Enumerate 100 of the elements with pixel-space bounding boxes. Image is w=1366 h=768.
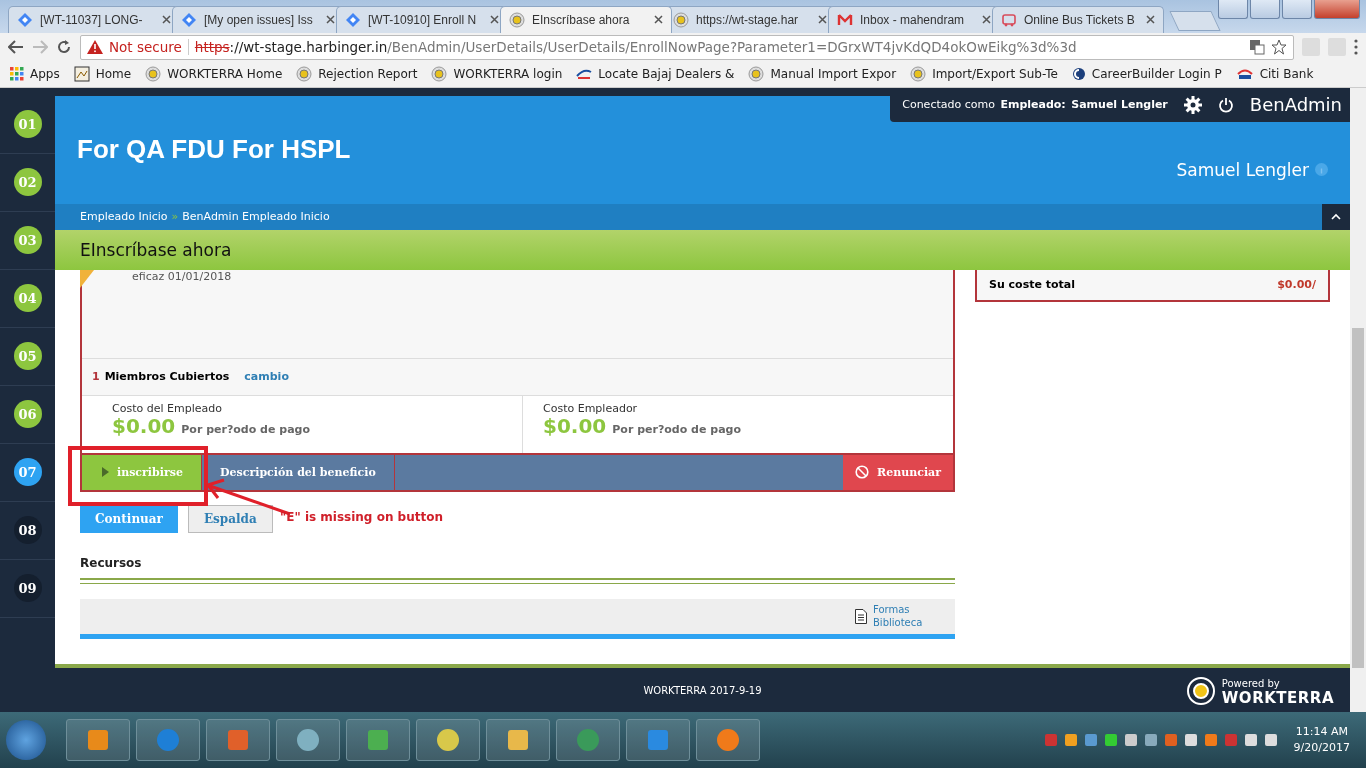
bookmark-link[interactable]: Home (95, 67, 132, 82)
close-icon[interactable] (162, 15, 171, 25)
badge-icon (748, 66, 765, 83)
taskbar-app-button[interactable] (416, 719, 480, 762)
document-icon[interactable] (855, 608, 867, 624)
close-icon[interactable] (326, 15, 335, 25)
scrollbar[interactable] (1350, 87, 1366, 713)
mail-icon (837, 11, 853, 28)
close-icon[interactable] (654, 15, 663, 25)
circle-logo-icon (1071, 67, 1086, 82)
tray-icon[interactable] (1123, 733, 1138, 748)
diamond-icon (181, 11, 197, 28)
annotation-text: "E" is missing on button (280, 510, 443, 524)
apps-grid-icon (10, 67, 24, 82)
back-icon[interactable] (8, 40, 24, 55)
maximize-button[interactable] (1282, 0, 1312, 19)
member-count: 1 (92, 370, 100, 384)
breadcrumb-link[interactable]: Empleado Inicio (80, 210, 168, 224)
site-title: For QA FDU For HSPL (77, 134, 351, 166)
badge-icon (509, 11, 525, 28)
settings-icon[interactable] (1183, 95, 1202, 114)
star-icon[interactable] (1271, 39, 1287, 56)
url-text: https://wt-stage.harbinger.in/BenAdmin/UserDetails/UserDetails/EnrollNowPage?Parameter1=DGrxWT4jvKdQD4okOwEikg%3d%3d (194, 39, 1077, 56)
close-icon[interactable] (818, 15, 827, 25)
menu-icon[interactable] (1354, 39, 1358, 56)
clock[interactable]: 11:14 AM 9/20/2017 (1293, 724, 1350, 757)
tray-icon[interactable] (1183, 733, 1198, 748)
page-title: EInscríbase ahora (80, 239, 232, 260)
reload-icon[interactable] (56, 39, 72, 56)
swoosh-icon (576, 68, 593, 81)
taskbar-app-button[interactable] (486, 719, 550, 762)
close-icon[interactable] (1146, 15, 1155, 25)
profile-button[interactable] (1218, 0, 1248, 19)
bookmark-link[interactable]: Citi Bank (1259, 67, 1314, 82)
effective-date: eficaz 01/01/2018 (132, 269, 232, 283)
tray-icon[interactable] (1063, 733, 1078, 748)
browser-tab[interactable]: Online Bus Tickets B (992, 5, 1164, 33)
bookmark-link[interactable]: Apps (30, 67, 60, 82)
footer-text: WORKTERRA 2017-9-19 (643, 684, 762, 696)
badge-icon (296, 66, 313, 83)
browser-tab[interactable]: EInscríbase ahora (500, 5, 672, 33)
badge-icon (673, 11, 689, 28)
target-logo-icon (1185, 676, 1216, 707)
back-button[interactable]: Espalda (187, 504, 273, 533)
powered-by-text: Powered by (1221, 677, 1281, 691)
tray-icon[interactable] (1083, 733, 1098, 748)
taskbar-app-button[interactable] (136, 719, 200, 762)
resources-heading: Recursos (80, 555, 143, 570)
warning-icon (87, 40, 103, 55)
bus-icon (1001, 11, 1017, 28)
close-button[interactable] (1314, 0, 1360, 19)
tray-icon[interactable] (1243, 733, 1258, 748)
bookmark-link[interactable]: WORKTERRA Home (167, 67, 283, 82)
taskbar-app-button[interactable] (66, 719, 130, 762)
cost-amount: $0.00 (543, 414, 607, 437)
step-number[interactable]: 09 (13, 574, 42, 603)
forms-library-link[interactable]: Formas Biblioteca (873, 603, 935, 630)
app-icon (575, 727, 601, 754)
app-name: BenAdmin (1249, 94, 1342, 116)
translate-icon[interactable] (1249, 39, 1265, 56)
cost-amount: $0.00 (112, 414, 176, 437)
taskbar-app-button[interactable] (346, 719, 410, 762)
prohibited-icon (855, 465, 870, 480)
bookmark-link[interactable]: Manual Import Expor (770, 67, 897, 82)
change-link[interactable]: cambio (244, 370, 289, 384)
brand-name: WORKTERRA (1221, 691, 1334, 706)
address-bar[interactable]: Not secure https://wt-stage.harbinger.in/BenAdmin/UserDetails/UserDetails/EnrollNowPage?Parameter1=DGrxWT4jvKdQD4okOwEikg%3d%3d (80, 34, 1294, 60)
tray-icon[interactable] (1203, 733, 1218, 748)
taskbar-app-button[interactable] (696, 719, 760, 762)
bookmark-link[interactable]: Locate Bajaj Dealers & (598, 67, 735, 82)
power-icon[interactable] (1217, 96, 1234, 113)
cost-label: Costo Empleador (543, 401, 639, 415)
bookmark-link[interactable]: WORKTERRA login (453, 67, 563, 82)
session-text: Conectado como Empleado: Samuel Lengler (902, 98, 1168, 112)
taskbar-app-button[interactable] (276, 719, 340, 762)
app-icon (155, 727, 181, 754)
corner-ribbon-icon (80, 269, 94, 288)
close-icon[interactable] (982, 15, 991, 25)
bookmark-link[interactable]: Import/Export Sub-Te (932, 67, 1058, 82)
close-icon[interactable] (490, 15, 499, 25)
step-number[interactable]: 08 (13, 516, 42, 545)
badge-icon (145, 66, 162, 83)
taskbar-app-button[interactable] (556, 719, 620, 762)
diamond-icon (345, 11, 361, 28)
tray-icon[interactable] (1263, 733, 1278, 748)
bookmark-link[interactable]: Rejection Report (318, 67, 418, 82)
decline-button[interactable]: Renunciar (843, 454, 953, 490)
app-icon (435, 727, 461, 754)
minimize-button[interactable] (1250, 0, 1280, 19)
taskbar-app-button[interactable] (206, 719, 270, 762)
bookmark-link[interactable]: CareerBuilder Login P (1091, 67, 1222, 82)
breadcrumb-separator: » (171, 210, 179, 224)
start-button[interactable] (6, 720, 46, 761)
badge-icon (431, 66, 448, 83)
taskbar-app-button[interactable] (626, 719, 690, 762)
tray-icon[interactable] (1103, 733, 1118, 748)
tray-icon[interactable] (1143, 733, 1158, 748)
breadcrumb-link[interactable]: BenAdmin Empleado Inicio (182, 210, 330, 224)
user-name: Samuel Lengler (1176, 159, 1309, 180)
action-tab[interactable]: Descripción del beneficio (202, 454, 395, 490)
